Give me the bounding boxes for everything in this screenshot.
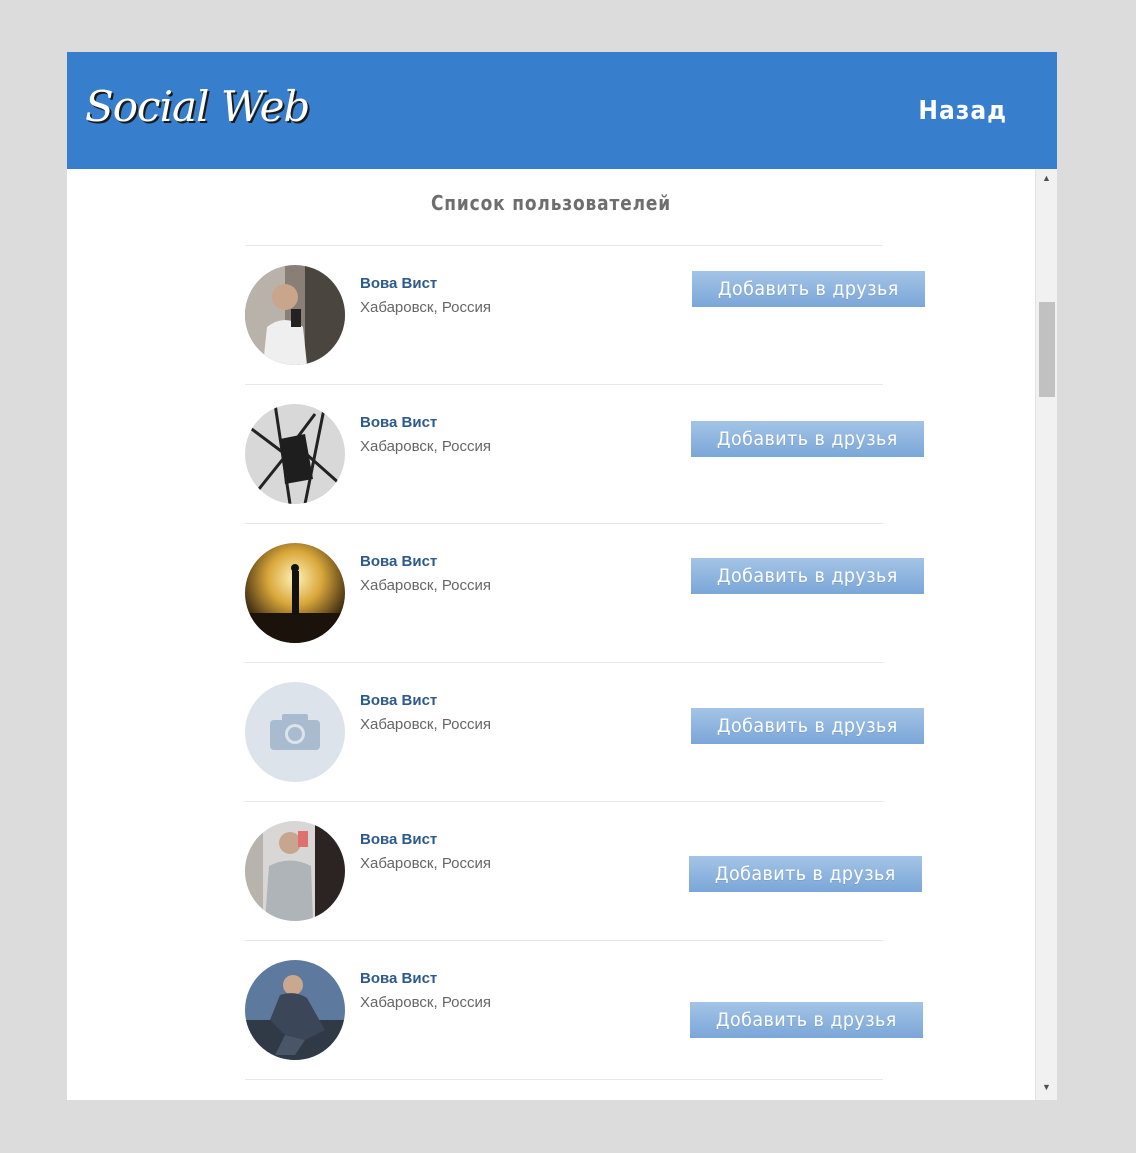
scrollbar[interactable]: ▲ ▼	[1035, 169, 1057, 1100]
arrow-up-icon[interactable]: ▲	[1036, 169, 1057, 187]
user-avatar[interactable]	[245, 960, 345, 1060]
user-avatar[interactable]	[245, 821, 345, 921]
add-friend-button[interactable]: Добавить в друзья	[690, 1002, 923, 1038]
add-friend-button[interactable]: Добавить в друзья	[692, 271, 925, 307]
add-friend-button[interactable]: Добавить в друзья	[691, 708, 924, 744]
user-location: Хабаровск, Россия	[360, 716, 492, 733]
main-content: Список пользователей Вова Вист Хабаровск…	[67, 169, 1035, 1100]
user-avatar[interactable]	[245, 543, 345, 643]
user-name[interactable]: Вова Вист	[360, 275, 437, 292]
user-name[interactable]: Вова Вист	[360, 692, 437, 709]
user-avatar[interactable]	[245, 265, 345, 365]
logo[interactable]: Social Web	[85, 82, 310, 131]
user-avatar[interactable]	[245, 404, 345, 504]
user-list: Вова Вист Хабаровск, Россия Добавить в д…	[245, 245, 925, 1080]
user-row: Вова Вист Хабаровск, Россия Добавить в д…	[245, 384, 924, 523]
user-location: Хабаровск, Россия	[360, 994, 492, 1011]
user-location: Хабаровск, Россия	[360, 855, 492, 872]
user-row: Вова Вист Хабаровск, Россия Добавить в д…	[245, 245, 925, 384]
user-row: Вова Вист Хабаровск, Россия Добавить в д…	[245, 940, 923, 1080]
app-window: Social Web Назад Список пользователей Во…	[67, 52, 1057, 1100]
user-row: Вова Вист Хабаровск, Россия Добавить в д…	[245, 801, 922, 940]
camera-placeholder-icon[interactable]	[245, 682, 345, 782]
add-friend-button[interactable]: Добавить в друзья	[689, 856, 922, 892]
user-location: Хабаровск, Россия	[360, 438, 492, 455]
user-location: Хабаровск, Россия	[360, 577, 492, 594]
scroll-thumb[interactable]	[1039, 302, 1055, 397]
user-name[interactable]: Вова Вист	[360, 831, 437, 848]
header-bar: Social Web Назад	[67, 52, 1057, 169]
user-row: Вова Вист Хабаровск, Россия Добавить в д…	[245, 523, 924, 662]
add-friend-button[interactable]: Добавить в друзья	[691, 421, 924, 457]
add-friend-button[interactable]: Добавить в друзья	[691, 558, 924, 594]
user-location: Хабаровск, Россия	[360, 299, 492, 316]
user-row: Вова Вист Хабаровск, Россия Добавить в д…	[245, 662, 924, 801]
back-link[interactable]: Назад	[918, 96, 1007, 126]
user-name[interactable]: Вова Вист	[360, 414, 437, 431]
user-name[interactable]: Вова Вист	[360, 553, 437, 570]
page-title: Список пользователей	[430, 191, 672, 215]
user-name[interactable]: Вова Вист	[360, 970, 437, 987]
arrow-down-icon[interactable]: ▼	[1036, 1078, 1057, 1096]
